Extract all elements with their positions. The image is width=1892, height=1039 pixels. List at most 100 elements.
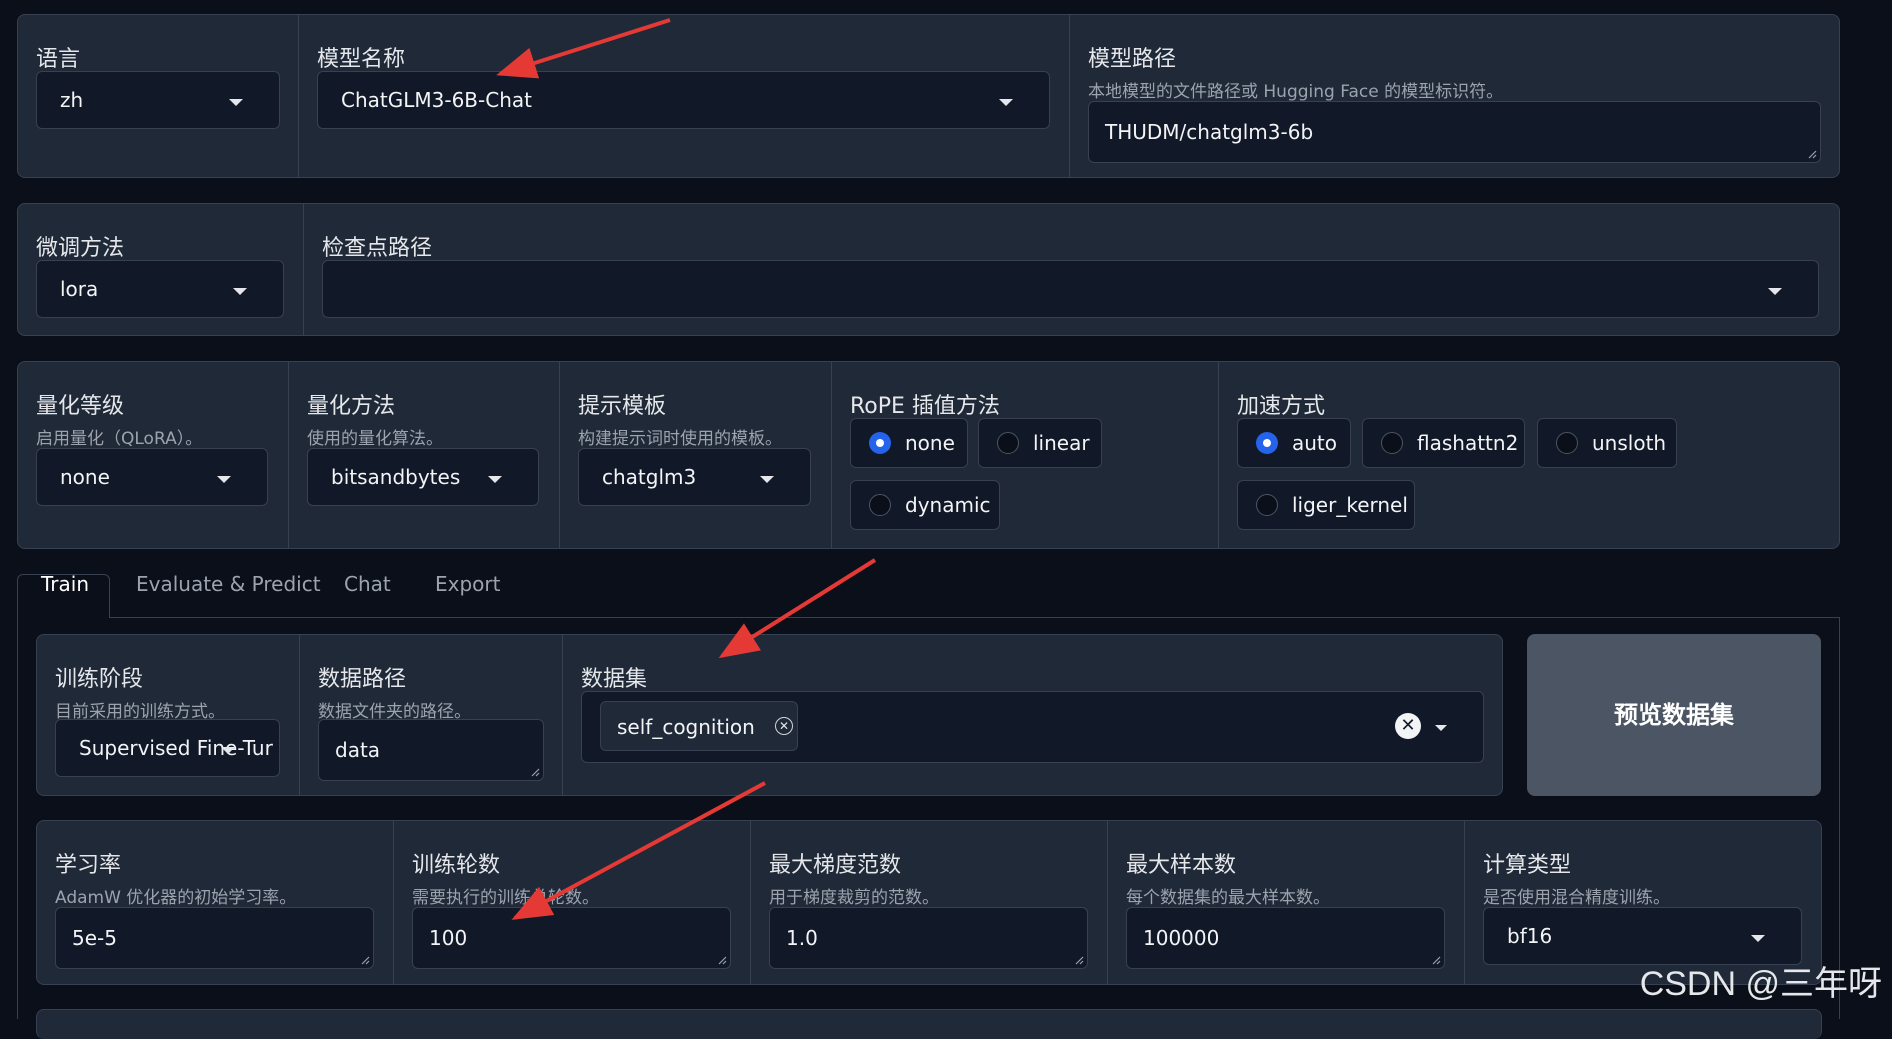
- model-name-cell: 模型名称 ChatGLM3-6B-Chat: [299, 15, 1070, 177]
- chevron-down-icon: [1751, 935, 1765, 942]
- finetune-panel: 微调方法 lora 检查点路径: [17, 203, 1840, 336]
- max-grad-norm-info: 用于梯度裁剪的范数。: [769, 888, 939, 908]
- preview-dataset-button[interactable]: 预览数据集: [1527, 634, 1821, 796]
- dataset-chip-label: self_cognition: [617, 715, 755, 739]
- finetune-method-label: 微调方法: [36, 236, 125, 261]
- chevron-down-icon: [999, 99, 1013, 106]
- rope-option-none[interactable]: none: [850, 418, 968, 468]
- template-info: 构建提示词时使用的模板。: [578, 429, 782, 449]
- booster-option-label: liger_kernel: [1292, 493, 1408, 517]
- checkpoint-cell: 检查点路径: [304, 204, 1839, 335]
- rope-label: RoPE 插值方法: [850, 394, 1000, 419]
- num-epochs-label: 训练轮数: [412, 853, 501, 878]
- num-epochs-value: 100: [429, 926, 468, 950]
- model-name-dropdown[interactable]: ChatGLM3-6B-Chat: [317, 71, 1050, 129]
- booster-option-flashattn2[interactable]: flashattn2: [1362, 418, 1525, 468]
- finetune-method-value: lora: [60, 277, 99, 301]
- radio-unchecked-icon: [997, 432, 1019, 454]
- dataset-cell: 数据集 self_cognition ✕ ✕: [563, 635, 1502, 795]
- stage-dropdown[interactable]: Supervised Fine-Tur: [55, 719, 280, 777]
- model-name-label: 模型名称: [317, 47, 406, 72]
- model-path-cell: 模型路径 本地模型的文件路径或 Hugging Face 的模型标识符。 THU…: [1070, 15, 1839, 177]
- quant-method-value: bitsandbytes: [331, 465, 461, 489]
- model-path-input[interactable]: THUDM/chatglm3-6b: [1088, 101, 1821, 163]
- max-samples-value: 100000: [1143, 926, 1220, 950]
- template-cell: 提示模板 构建提示词时使用的模板。 chatglm3: [560, 362, 832, 548]
- stage-value: Supervised Fine-Tur: [79, 736, 273, 760]
- chevron-down-icon: [229, 99, 243, 106]
- booster-option-label: auto: [1292, 431, 1338, 455]
- resize-handle-icon[interactable]: [531, 768, 540, 777]
- rope-option-label: linear: [1033, 431, 1090, 455]
- booster-cell: 加速方式 auto flashattn2 unsloth liger_kerne…: [1219, 362, 1839, 548]
- quant-method-info: 使用的量化算法。: [307, 429, 443, 449]
- quant-bit-dropdown[interactable]: none: [36, 448, 268, 506]
- radio-unchecked-icon: [1256, 494, 1278, 516]
- dataset-multiselect[interactable]: self_cognition ✕ ✕: [581, 691, 1484, 763]
- compute-type-label: 计算类型: [1483, 853, 1572, 878]
- resize-handle-icon[interactable]: [1432, 956, 1441, 965]
- tab-chat[interactable]: Chat: [344, 572, 391, 596]
- booster-label: 加速方式: [1237, 394, 1326, 419]
- max-grad-norm-label: 最大梯度范数: [769, 853, 902, 878]
- rope-option-label: dynamic: [905, 493, 991, 517]
- resize-handle-icon[interactable]: [718, 956, 727, 965]
- remove-chip-icon[interactable]: ✕: [775, 717, 793, 735]
- radio-unchecked-icon: [869, 494, 891, 516]
- checkpoint-dropdown[interactable]: [322, 260, 1819, 318]
- quant-bit-cell: 量化等级 启用量化（QLoRA）。 none: [18, 362, 289, 548]
- max-samples-info: 每个数据集的最大样本数。: [1126, 888, 1330, 908]
- quant-bit-label: 量化等级: [36, 394, 125, 419]
- model-path-value: THUDM/chatglm3-6b: [1105, 120, 1314, 144]
- max-samples-input[interactable]: 100000: [1126, 907, 1445, 969]
- quant-method-dropdown[interactable]: bitsandbytes: [307, 448, 539, 506]
- training-params-panel: 学习率 AdamW 优化器的初始学习率。 5e-5 训练轮数 需要执行的训练总轮…: [36, 820, 1822, 985]
- max-grad-norm-value: 1.0: [786, 926, 818, 950]
- max-samples-cell: 最大样本数 每个数据集的最大样本数。 100000: [1108, 821, 1465, 984]
- tab-export[interactable]: Export: [435, 572, 500, 596]
- language-value: zh: [60, 88, 84, 112]
- booster-option-auto[interactable]: auto: [1237, 418, 1351, 468]
- language-cell: 语言 zh: [18, 15, 299, 177]
- max-grad-norm-input[interactable]: 1.0: [769, 907, 1088, 969]
- num-epochs-input[interactable]: 100: [412, 907, 731, 969]
- template-value: chatglm3: [602, 465, 697, 489]
- learning-rate-info: AdamW 优化器的初始学习率。: [55, 888, 297, 908]
- learning-rate-value: 5e-5: [72, 926, 117, 950]
- quant-method-label: 量化方法: [307, 394, 396, 419]
- resize-handle-icon[interactable]: [1075, 956, 1084, 965]
- stage-label: 训练阶段: [55, 667, 144, 692]
- checkpoint-label: 检查点路径: [322, 236, 433, 261]
- rope-option-dynamic[interactable]: dynamic: [850, 480, 1000, 530]
- dataset-dir-cell: 数据路径 数据文件夹的路径。 data: [300, 635, 563, 795]
- booster-option-liger-kernel[interactable]: liger_kernel: [1237, 480, 1415, 530]
- dataset-label: 数据集: [581, 667, 648, 692]
- clear-all-icon[interactable]: ✕: [1395, 713, 1421, 739]
- dataset-chip: self_cognition ✕: [600, 701, 798, 751]
- tab-evaluate-predict[interactable]: Evaluate & Predict: [136, 572, 321, 596]
- rope-option-linear[interactable]: linear: [978, 418, 1102, 468]
- booster-option-unsloth[interactable]: unsloth: [1537, 418, 1677, 468]
- chevron-down-icon: [760, 476, 774, 483]
- radio-unchecked-icon: [1381, 432, 1403, 454]
- rope-option-label: none: [905, 431, 955, 455]
- chevron-down-icon: [217, 476, 231, 483]
- quant-method-cell: 量化方法 使用的量化算法。 bitsandbytes: [289, 362, 560, 548]
- tab-train[interactable]: Train: [41, 572, 89, 596]
- language-dropdown[interactable]: zh: [36, 71, 280, 129]
- chevron-down-icon: [488, 476, 502, 483]
- quant-bit-value: none: [60, 465, 110, 489]
- resize-handle-icon[interactable]: [1808, 150, 1817, 159]
- dataset-dir-input[interactable]: data: [318, 719, 544, 781]
- dataset-dir-label: 数据路径: [318, 667, 407, 692]
- finetune-method-dropdown[interactable]: lora: [36, 260, 284, 318]
- num-epochs-cell: 训练轮数 需要执行的训练总轮数。 100: [394, 821, 751, 984]
- watermark: CSDN @三年呀: [1639, 965, 1882, 1003]
- resize-handle-icon[interactable]: [361, 956, 370, 965]
- chevron-down-icon[interactable]: [1435, 725, 1447, 731]
- template-dropdown[interactable]: chatglm3: [578, 448, 811, 506]
- finetune-method-cell: 微调方法 lora: [18, 204, 304, 335]
- chevron-down-icon: [233, 288, 247, 295]
- max-samples-label: 最大样本数: [1126, 853, 1237, 878]
- learning-rate-input[interactable]: 5e-5: [55, 907, 374, 969]
